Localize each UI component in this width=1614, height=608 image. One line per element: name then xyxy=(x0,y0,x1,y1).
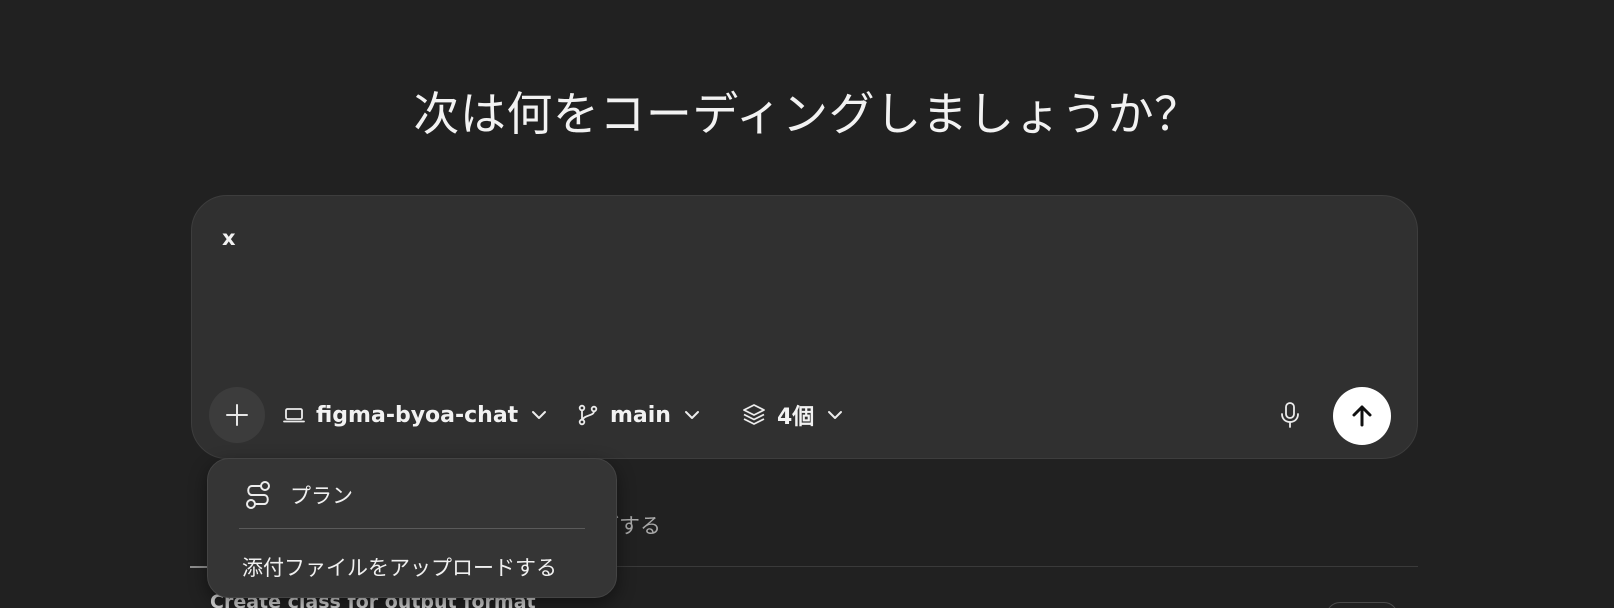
chevron-down-icon xyxy=(532,411,547,419)
page: 次は何をコーディングしましょうか？ ブする Create class for o… xyxy=(0,0,1614,608)
laptop-icon xyxy=(283,408,305,423)
microphone-button[interactable] xyxy=(1270,395,1310,435)
microphone-icon xyxy=(1281,402,1299,428)
versions-label: 4個 xyxy=(777,405,815,430)
environment-label: figma-byoa-chat xyxy=(316,402,519,428)
task-row-badge xyxy=(1326,602,1398,608)
branch-selector[interactable]: main xyxy=(576,394,703,436)
composer: x figma-byoa-chat main 4個 xyxy=(191,195,1418,459)
branch-label: main xyxy=(610,402,671,428)
menu-item-plan-label: プラン xyxy=(290,484,353,508)
menu-item-plan[interactable]: プラン xyxy=(242,475,353,515)
menu-item-upload-label: 添付ファイルをアップロードする xyxy=(242,556,557,580)
chevron-down-icon xyxy=(828,411,843,419)
environment-selector[interactable]: figma-byoa-chat xyxy=(282,394,550,436)
menu-divider xyxy=(239,528,585,529)
arrow-up-icon xyxy=(1352,405,1372,427)
route-icon xyxy=(246,481,270,509)
versions-selector[interactable]: 4個 xyxy=(741,394,846,436)
page-title: 次は何をコーディングしましょうか？ xyxy=(413,87,1201,141)
git-branch-icon xyxy=(578,404,598,426)
add-menu: プラン 添付ファイルをアップロードする xyxy=(207,458,617,598)
menu-item-upload[interactable]: 添付ファイルをアップロードする xyxy=(242,547,557,587)
plus-icon xyxy=(226,404,248,426)
prompt-input[interactable]: x xyxy=(222,226,1382,366)
chevron-down-icon xyxy=(684,411,699,419)
send-button[interactable] xyxy=(1333,387,1391,445)
layers-icon xyxy=(743,404,765,425)
add-button[interactable] xyxy=(209,387,265,443)
